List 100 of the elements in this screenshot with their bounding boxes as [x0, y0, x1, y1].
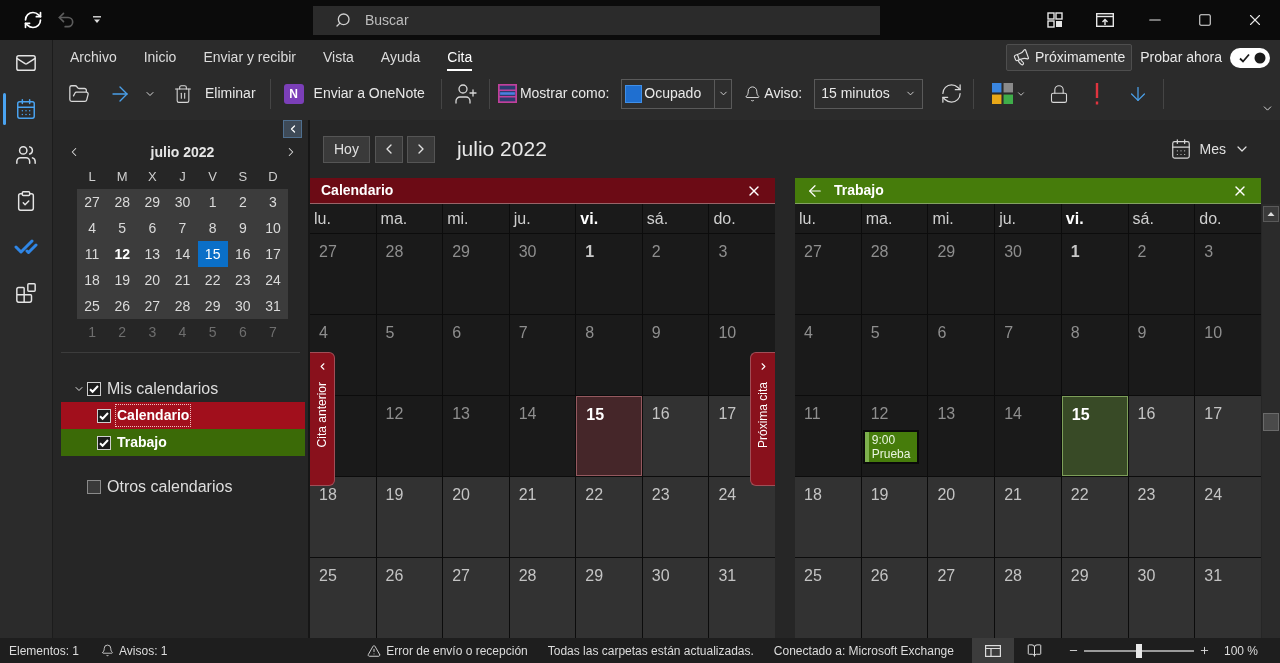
day-cell[interactable]: 30: [995, 234, 1061, 314]
collapse-button[interactable]: [283, 120, 302, 138]
calendar-day[interactable]: 11: [77, 241, 108, 267]
day-cell[interactable]: 28: [376, 234, 443, 314]
sync-icon[interactable]: [23, 10, 43, 30]
day-cell[interactable]: 16: [642, 396, 709, 476]
folder-open-icon[interactable]: [68, 82, 90, 105]
day-cell[interactable]: 7: [995, 315, 1061, 395]
caret-icon[interactable]: [92, 16, 102, 24]
day-cell[interactable]: 17: [1195, 396, 1261, 476]
day-cell[interactable]: 13: [928, 396, 995, 476]
next-month-button[interactable]: [406, 135, 435, 163]
calendar-day[interactable]: 25: [77, 293, 108, 319]
day-cell[interactable]: 18: [795, 477, 861, 557]
day-cell[interactable]: 24: [709, 477, 775, 557]
calendar-day[interactable]: 5: [107, 215, 138, 241]
calendar-day[interactable]: 27: [137, 293, 168, 319]
calendar-day[interactable]: 28: [167, 293, 198, 319]
day-cell[interactable]: 2: [642, 234, 709, 314]
ribbon-tab[interactable]: Enviar y recibir: [203, 44, 296, 71]
day-cell[interactable]: 23: [642, 477, 709, 557]
window-icon[interactable]: [1096, 13, 1114, 27]
day-cell[interactable]: 1: [1061, 234, 1128, 314]
day-cell[interactable]: 24: [1195, 477, 1261, 557]
day-cell[interactable]: 21: [995, 477, 1061, 557]
calendar-day[interactable]: 16: [227, 241, 258, 267]
day-cell[interactable]: 20: [443, 477, 509, 557]
people-icon[interactable]: [15, 144, 37, 166]
day-cell[interactable]: 27: [795, 234, 861, 314]
day-cell[interactable]: 7: [509, 315, 576, 395]
calendar-day[interactable]: 29: [197, 293, 228, 319]
day-cell[interactable]: 4: [795, 315, 861, 395]
day-cell[interactable]: 25: [795, 558, 861, 638]
day-cell[interactable]: 15: [576, 396, 642, 476]
day-cell[interactable]: 9: [642, 315, 709, 395]
day-cell[interactable]: 16: [1128, 396, 1195, 476]
send-to-notes-button[interactable]: N Enviar a OneNote: [283, 83, 425, 104]
day-cell[interactable]: 28: [509, 558, 576, 638]
ribbon-tab[interactable]: Vista: [322, 44, 354, 71]
day-cell[interactable]: 28: [995, 558, 1061, 638]
today-button[interactable]: Hoy: [323, 135, 370, 163]
calendar-item[interactable]: Trabajo: [61, 429, 305, 456]
calendar-day[interactable]: 17: [257, 241, 288, 267]
day-cell[interactable]: 6: [928, 315, 995, 395]
day-cell[interactable]: 27: [928, 558, 995, 638]
maximize-icon[interactable]: [1198, 13, 1212, 27]
day-cell[interactable]: 12: [376, 396, 443, 476]
day-cell[interactable]: 8: [576, 315, 642, 395]
day-cell[interactable]: 5: [861, 315, 928, 395]
calendar-day[interactable]: 20: [137, 267, 168, 293]
reminder-dropdown[interactable]: 15 minutos: [814, 78, 924, 109]
calendar-day[interactable]: 31: [257, 293, 288, 319]
day-cell[interactable]: 8: [1061, 315, 1128, 395]
previous-month-button[interactable]: [374, 135, 403, 163]
calendar-day[interactable]: 3: [257, 189, 288, 215]
day-cell[interactable]: 13: [443, 396, 509, 476]
next-appointment-tab[interactable]: Próxima cita: [750, 352, 775, 486]
search-field[interactable]: Buscar: [313, 5, 880, 35]
calendar-day[interactable]: 26: [107, 293, 138, 319]
calendar-day[interactable]: 6: [137, 215, 168, 241]
day-cell[interactable]: 11: [795, 396, 861, 476]
day-cell[interactable]: 27: [443, 558, 509, 638]
day-cell[interactable]: 1: [576, 234, 642, 314]
calendar-day[interactable]: 13: [137, 241, 168, 267]
zoom-in-icon[interactable]: [1198, 645, 1210, 656]
day-cell[interactable]: 22: [576, 477, 642, 557]
ribbon-tab[interactable]: Inicio: [143, 44, 177, 71]
day-cell[interactable]: 3: [1195, 234, 1261, 314]
apps-icon[interactable]: [15, 282, 37, 304]
calendar-day[interactable]: 29: [137, 189, 168, 215]
ribbon-tab[interactable]: Ayuda: [380, 44, 421, 71]
calendar-day[interactable]: 30: [167, 189, 198, 215]
day-cell[interactable]: 30: [642, 558, 709, 638]
calendar-day[interactable]: 18: [77, 267, 108, 293]
checkbox[interactable]: [97, 435, 111, 450]
day-cell[interactable]: 6: [443, 315, 509, 395]
calendar-day[interactable]: 7: [167, 215, 198, 241]
day-cell[interactable]: 5: [376, 315, 443, 395]
event-block[interactable]: 9:00 Prueba: [862, 430, 919, 464]
day-cell[interactable]: 30: [509, 234, 576, 314]
day-cell[interactable]: [335, 396, 376, 476]
view-menu-button[interactable]: Mes: [1169, 138, 1250, 160]
checkbox[interactable]: [87, 480, 101, 494]
day-cell[interactable]: 10: [1195, 315, 1261, 395]
undo-icon[interactable]: [56, 10, 76, 30]
ribbon-tab[interactable]: Archivo: [70, 44, 117, 71]
day-cell[interactable]: 29: [576, 558, 642, 638]
slider-thumb[interactable]: [1135, 643, 1142, 658]
exclamation-icon[interactable]: [1095, 82, 1100, 105]
calendar-day[interactable]: 9: [227, 215, 258, 241]
calendar-day[interactable]: 27: [77, 189, 108, 215]
day-cell[interactable]: 26: [861, 558, 928, 638]
day-cell[interactable]: 18: [310, 477, 376, 557]
calendar-day[interactable]: 12: [107, 241, 138, 267]
day-cell[interactable]: 31: [1195, 558, 1261, 638]
day-cell[interactable]: 20: [928, 477, 995, 557]
day-cell[interactable]: 29: [1061, 558, 1128, 638]
day-cell[interactable]: 19: [861, 477, 928, 557]
calendar-day[interactable]: 24: [257, 267, 288, 293]
lock-icon[interactable]: [1049, 82, 1070, 105]
